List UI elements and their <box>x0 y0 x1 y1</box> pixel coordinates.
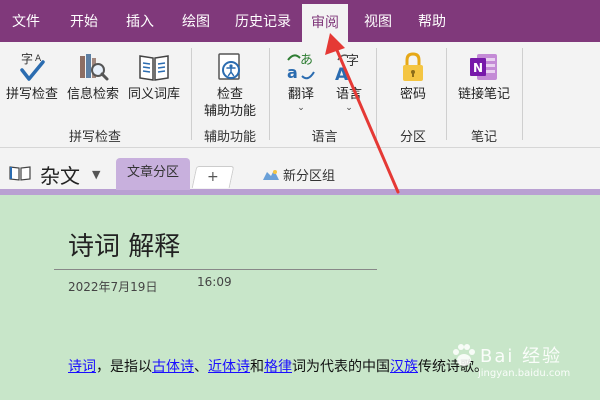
group-separator <box>522 48 523 140</box>
svg-text:a: a <box>287 63 298 82</box>
watermark-text: Bai 经验 <box>480 346 563 367</box>
notebook-icon[interactable] <box>8 164 32 186</box>
check-accessibility-button[interactable]: 检查 辅助功能 <box>196 50 264 120</box>
thesaurus-button[interactable]: 同义词库 <box>124 50 184 103</box>
password-button[interactable]: 密码 <box>386 50 440 103</box>
section-tab-articles[interactable]: 文章分区 <box>116 158 190 190</box>
language-icon: 字 A <box>326 50 372 84</box>
group-separator <box>446 48 447 140</box>
tab-home[interactable]: 开始 <box>58 0 110 42</box>
tab-review[interactable]: 审阅 <box>302 4 348 42</box>
translate-button[interactable]: a あ 翻译 ⌄ <box>277 50 325 113</box>
group-label-proofing: 拼写检查 <box>68 130 121 145</box>
group-label-language: 语言 <box>311 130 338 145</box>
section-group-icon <box>262 167 280 186</box>
ribbon: 字 A 拼写检查 信息检索 同义词库 拼写检查 检查 辅助功能 辅助功能 a あ… <box>0 42 600 148</box>
link-poetry[interactable]: 诗词 <box>68 359 96 375</box>
group-separator <box>269 48 270 140</box>
chevron-down-icon[interactable]: ▼ <box>92 168 100 181</box>
onenote-linked-notes-icon: N <box>452 50 516 84</box>
tab-draw[interactable]: 绘图 <box>170 0 222 42</box>
page-body-paragraph[interactable]: 诗词，是指以古体诗、近体诗和格律词为代表的中国汉族传统诗歌。 <box>68 356 488 376</box>
group-label-notes: 笔记 <box>470 130 497 145</box>
new-section-group-button[interactable]: 新分区组 <box>283 165 335 184</box>
page-date: 2022年7月19日 <box>68 280 158 294</box>
research-icon <box>63 50 123 84</box>
paw-logo-icon <box>453 344 475 366</box>
link-metrics[interactable]: 格律 <box>264 359 292 375</box>
menu-bar: 文件 开始 插入 绘图 历史记录 审阅 视图 帮助 <box>0 0 600 42</box>
notebook-title[interactable]: 杂文 <box>40 160 80 189</box>
watermark-url: jingyan.baidu.com <box>478 368 571 379</box>
translate-icon: a あ <box>277 50 325 84</box>
link-ancient-poetry[interactable]: 古体诗 <box>152 359 194 375</box>
group-label-accessibility: 辅助功能 <box>203 130 256 145</box>
tab-insert[interactable]: 插入 <box>114 0 166 42</box>
section-color-bar <box>0 189 600 195</box>
tab-view[interactable]: 视图 <box>352 0 404 42</box>
spelling-check-icon: 字 A <box>2 50 62 84</box>
title-underline <box>54 269 377 270</box>
plus-icon: + <box>207 169 219 185</box>
group-separator <box>376 48 377 140</box>
spelling-button[interactable]: 字 A 拼写检查 <box>2 50 62 103</box>
chevron-down-icon: ⌄ <box>345 103 353 113</box>
page-time: 16:09 <box>197 275 232 289</box>
thesaurus-book-icon <box>124 50 184 84</box>
svg-text:字: 字 <box>21 51 33 66</box>
link-han[interactable]: 汉族 <box>390 359 418 375</box>
group-label-section: 分区 <box>399 130 426 145</box>
group-separator <box>191 48 192 140</box>
watermark: Bai 经验 jingyan.baidu.com <box>450 340 595 396</box>
accessibility-icon <box>196 50 264 84</box>
lock-icon <box>386 50 440 84</box>
svg-text:あ: あ <box>300 53 313 68</box>
add-section-tab[interactable]: + <box>191 166 235 188</box>
language-button[interactable]: 字 A 语言 ⌄ <box>326 50 372 113</box>
linked-notes-button[interactable]: N 链接笔记 <box>452 50 516 103</box>
tab-help[interactable]: 帮助 <box>406 0 458 42</box>
svg-text:A: A <box>335 65 349 84</box>
tab-file[interactable]: 文件 <box>0 0 52 42</box>
chevron-down-icon: ⌄ <box>297 103 305 113</box>
link-modern-poetry[interactable]: 近体诗 <box>208 359 250 375</box>
svg-text:N: N <box>473 61 483 75</box>
tab-history[interactable]: 历史记录 <box>226 0 300 42</box>
research-button[interactable]: 信息检索 <box>63 50 123 103</box>
page-title[interactable]: 诗词 解释 <box>68 226 180 263</box>
